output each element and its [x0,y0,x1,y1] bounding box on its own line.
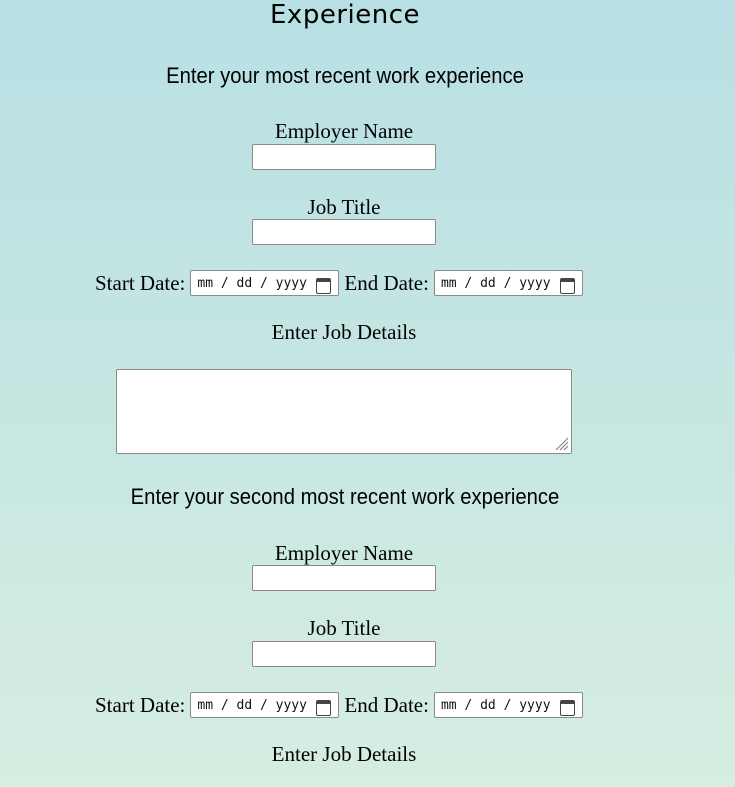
calendar-icon[interactable] [559,698,575,716]
page-title: Experience [270,0,420,30]
experience-2-employer-label: Employer Name [274,541,414,565]
resize-grip-icon[interactable] [553,435,569,451]
experience-2-details-label: Enter Job Details [271,742,417,766]
experience-1-job-title-input[interactable] [252,219,436,245]
experience-1-job-title-label: Job Title [307,195,381,219]
experience-1-date-row: Start Date: mm / dd / yyyy End Date: mm … [95,269,588,297]
experience-1-end-date-value: mm / dd / yyyy [440,275,551,291]
experience-1-start-date-value: mm / dd / yyyy [197,275,307,291]
experience-2-end-date-input[interactable]: mm / dd / yyyy [433,692,583,718]
calendar-icon[interactable] [316,698,332,716]
experience-2-job-title-label: Job Title [307,616,381,640]
experience-1-employer-input[interactable] [252,144,436,170]
experience-2-end-date-label: End Date: [344,692,429,717]
experience-2-end-date-value: mm / dd / yyyy [440,697,551,713]
experience-1-end-date-input[interactable]: mm / dd / yyyy [433,270,583,296]
experience-1-details-textarea[interactable] [116,369,572,454]
experience-2-start-date-label: Start Date: [95,692,186,717]
calendar-icon[interactable] [316,276,332,294]
experience-1-employer-label: Employer Name [274,119,414,143]
experience-1-start-date-input[interactable]: mm / dd / yyyy [190,270,340,296]
experience-2-heading: Enter your second most recent work exper… [130,484,560,509]
experience-1-end-date-label: End Date: [344,270,429,295]
experience-2-start-date-value: mm / dd / yyyy [197,697,307,713]
experience-2-date-row: Start Date: mm / dd / yyyy End Date: mm … [95,691,588,719]
experience-1-heading: Enter your most recent work experience [166,63,524,88]
experience-1-details-label: Enter Job Details [271,320,417,344]
experience-2-start-date-input[interactable]: mm / dd / yyyy [190,692,340,718]
experience-2-job-title-input[interactable] [252,641,436,667]
experience-1-start-date-label: Start Date: [95,270,186,295]
calendar-icon[interactable] [559,276,575,294]
experience-2-employer-input[interactable] [252,565,436,591]
